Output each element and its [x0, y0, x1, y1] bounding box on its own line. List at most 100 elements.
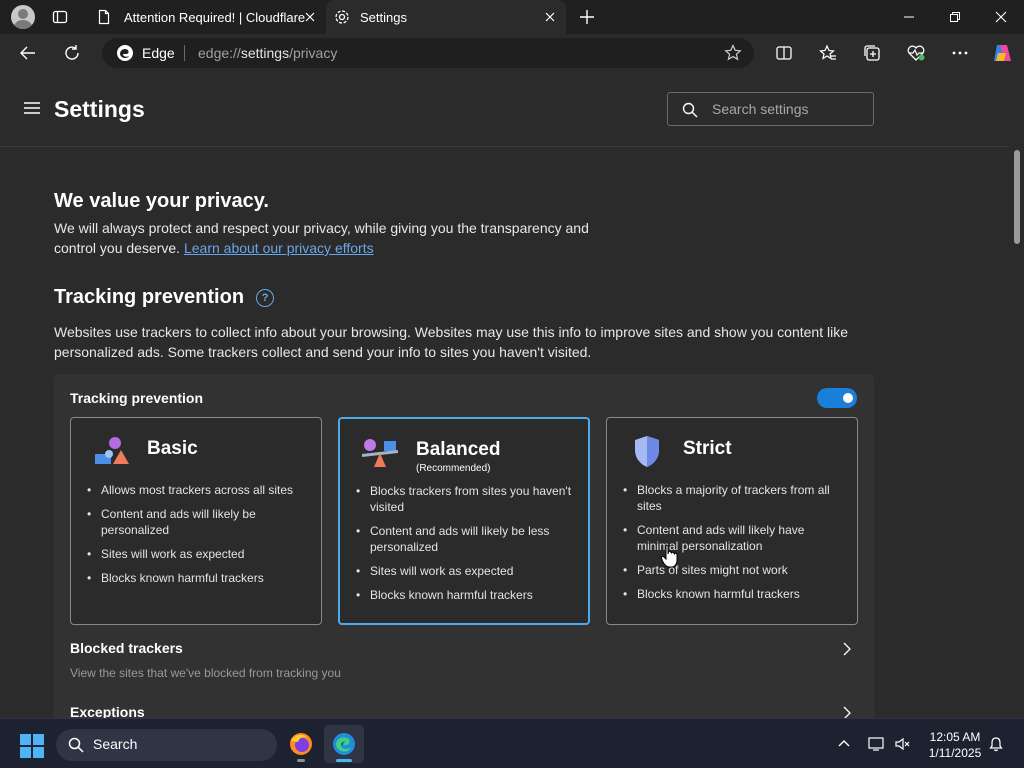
exceptions-row[interactable]: Exceptions	[70, 704, 858, 718]
taskbar-search[interactable]: Search	[56, 729, 277, 761]
tab-settings[interactable]: Settings	[326, 0, 566, 34]
gear-icon	[335, 10, 349, 24]
level-basic[interactable]: Basic Allows most trackers across all si…	[70, 417, 322, 625]
star-icon	[724, 44, 742, 61]
list-item: Sites will work as expected	[356, 563, 580, 579]
scrollbar-thumb[interactable]	[1014, 150, 1020, 244]
volume-button[interactable]	[894, 736, 912, 757]
tab-cloudflare[interactable]: Attention Required! | Cloudflare	[84, 0, 326, 34]
collections-icon	[864, 45, 880, 61]
browser-toolbar: Edge edge://settings/privacy	[0, 34, 1024, 72]
tracking-prevention-label: Tracking prevention	[70, 390, 204, 406]
restore-icon	[950, 12, 960, 22]
heart-pulse-icon	[907, 45, 925, 61]
copilot-icon	[994, 45, 1011, 61]
url-prefix: edge://	[198, 45, 241, 61]
tracking-heading-row: Tracking prevention ?	[54, 286, 275, 309]
tracking-prevention-toggle[interactable]	[817, 388, 857, 408]
search-input[interactable]	[712, 99, 862, 119]
settings-more-button[interactable]	[944, 38, 976, 68]
plus-icon	[580, 10, 594, 24]
edge-label: Edge	[142, 45, 175, 61]
tab-title: Settings	[360, 9, 407, 25]
level-title: Basic	[147, 438, 198, 459]
minimize-icon	[904, 16, 914, 18]
windows-logo-icon	[20, 734, 44, 758]
clock[interactable]: 12:05 AM 1/11/2025	[920, 729, 990, 761]
settings-header: Settings	[0, 72, 1010, 147]
edge-app[interactable]	[324, 725, 364, 763]
copilot-button[interactable]	[986, 38, 1018, 68]
restore-button[interactable]	[932, 0, 978, 34]
notifications-button[interactable]	[988, 736, 1004, 757]
exceptions-title: Exceptions	[70, 704, 145, 718]
show-hidden-icons-button[interactable]	[837, 736, 851, 755]
list-item: Content and ads will likely be personali…	[87, 506, 311, 538]
address-bar[interactable]: Edge edge://settings/privacy	[102, 38, 754, 68]
edge-icon	[333, 733, 355, 755]
tab-title: Attention Required! | Cloudflare	[124, 9, 306, 25]
settings-page: Settings We value your privacy. We will …	[0, 72, 1024, 718]
help-icon[interactable]: ?	[256, 288, 275, 307]
toggle-knob	[843, 393, 853, 403]
edge-identity[interactable]: Edge	[116, 44, 175, 62]
split-screen-button[interactable]	[768, 38, 800, 68]
bell-icon	[989, 737, 1003, 752]
taskbar: Search 12:05 AM 1/11/2025	[0, 718, 1024, 768]
close-icon[interactable]	[542, 9, 558, 25]
level-strict[interactable]: Strict Blocks a majority of trackers fro…	[606, 417, 858, 625]
chevron-up-icon	[838, 740, 850, 747]
tracking-prevention-heading: Tracking prevention	[54, 286, 245, 308]
app-indicator	[336, 759, 352, 762]
vertical-tabs-icon	[52, 10, 68, 24]
blocked-trackers-row[interactable]: Blocked trackers View the sites that we'…	[70, 640, 858, 680]
scrollbar[interactable]	[1010, 148, 1024, 718]
collections-button[interactable]	[856, 38, 888, 68]
close-icon[interactable]	[302, 9, 318, 25]
basic-shapes-icon	[95, 437, 129, 464]
list-item: Blocks known harmful trackers	[87, 570, 311, 586]
hand-cursor-icon	[660, 544, 678, 568]
split-screen-icon	[776, 46, 792, 60]
search-icon	[682, 102, 698, 118]
clock-date: 1/11/2025	[928, 746, 982, 760]
refresh-button[interactable]	[56, 38, 88, 68]
speaker-muted-icon	[895, 737, 910, 751]
settings-content: We value your privacy. We will always pr…	[0, 148, 1010, 718]
level-features: Allows most trackers across all sites Co…	[87, 482, 311, 594]
app-indicator	[297, 759, 305, 762]
tracking-prevention-description: Websites use trackers to collect info ab…	[54, 324, 848, 360]
clock-time: 12:05 AM	[929, 730, 981, 744]
url-host: settings	[240, 45, 290, 61]
profile-avatar[interactable]	[11, 5, 35, 29]
page-icon	[98, 9, 110, 25]
new-tab-button[interactable]	[578, 8, 596, 26]
list-item: Content and ads will likely be less pers…	[356, 523, 580, 555]
blocked-trackers-description: View the sites that we've blocked from t…	[70, 666, 341, 680]
level-balanced[interactable]: Balanced (Recommended) Blocks trackers f…	[338, 417, 590, 625]
back-button[interactable]	[12, 38, 44, 68]
close-icon	[995, 11, 1007, 23]
add-favorite-button[interactable]	[724, 44, 742, 67]
list-item: Blocks trackers from sites you haven't v…	[356, 483, 580, 515]
tab-actions-button[interactable]	[52, 9, 68, 25]
hamburger-icon	[24, 102, 40, 114]
search-settings-box[interactable]	[667, 92, 874, 126]
menu-button[interactable]	[22, 100, 42, 116]
minimize-button[interactable]	[886, 0, 932, 34]
network-icon	[868, 737, 884, 751]
search-icon	[68, 737, 84, 753]
firefox-app[interactable]	[281, 725, 321, 763]
level-title: Balanced	[416, 439, 501, 460]
browser-essentials-button[interactable]	[900, 38, 932, 68]
url-text[interactable]: edge://settings/privacy	[198, 45, 337, 61]
more-icon	[952, 51, 968, 55]
close-window-button[interactable]	[978, 0, 1024, 34]
start-button[interactable]	[20, 734, 44, 758]
favorites-icon	[819, 44, 836, 60]
favorites-button[interactable]	[812, 38, 844, 68]
level-title: Strict	[683, 438, 732, 459]
privacy-efforts-link[interactable]: Learn about our privacy efforts	[184, 240, 374, 256]
network-status-button[interactable]	[868, 736, 886, 757]
chevron-right-icon	[843, 642, 851, 656]
